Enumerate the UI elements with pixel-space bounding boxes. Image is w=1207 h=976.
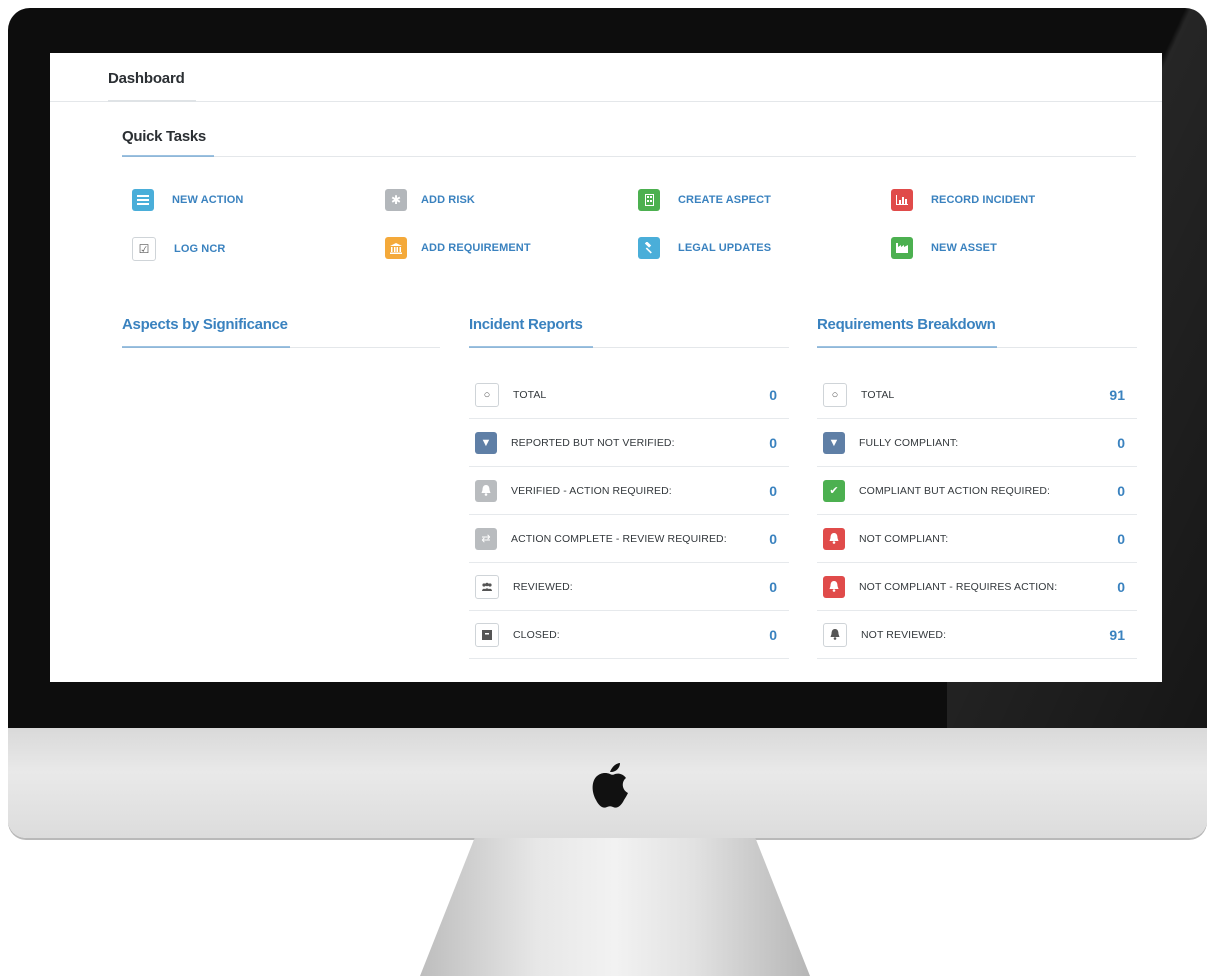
aspects-title: Aspects by Significance [122,316,288,333]
bell-icon [823,527,845,550]
new-asset-label: NEW ASSET [931,242,997,254]
add-requirement-task[interactable]: ADD REQUIREMENT [385,237,531,259]
bell-icon [823,575,845,598]
app-screen: Dashboard Quick Tasks NEW ACTION ✱ ADD R… [50,53,1162,682]
add-requirement-label: ADD REQUIREMENT [421,242,531,254]
page-title-underline [108,100,196,102]
create-aspect-label: CREATE ASPECT [678,194,771,206]
bar-chart-icon [891,189,913,211]
incident-row-reviewed[interactable]: REVIEWED: 0 [469,563,789,611]
bell-icon [823,622,847,647]
archive-icon [475,622,499,647]
incident-reports-underline [469,346,593,348]
requirement-row-compliant-action[interactable]: ✔ COMPLIANT BUT ACTION REQUIRED: 0 [817,467,1137,515]
thumbs-down-icon: ▼ [475,431,497,454]
page-header: Dashboard [50,53,1162,102]
thumbs-down-icon: ▼ [823,431,845,454]
incident-reports-title: Incident Reports [469,316,583,333]
row-label: COMPLIANT BUT ACTION REQUIRED: [859,484,1051,497]
page-title: Dashboard [108,70,185,87]
requirements-title: Requirements Breakdown [817,316,996,333]
row-value: 91 [1109,626,1125,643]
bank-icon [385,237,407,259]
circle-icon: ○ [823,382,847,407]
asterisk-icon: ✱ [385,189,407,211]
row-value: 0 [1117,434,1125,451]
new-asset-task[interactable]: NEW ASSET [891,237,997,259]
add-risk-label: ADD RISK [421,194,475,206]
quick-tasks-divider [122,156,1136,157]
row-label: ACTION COMPLETE - REVIEW REQUIRED: [511,532,727,545]
log-ncr-task[interactable]: ☑ LOG NCR [132,237,225,261]
row-label: NOT REVIEWED: [861,628,947,641]
add-risk-task[interactable]: ✱ ADD RISK [385,189,475,211]
checkbox-icon: ☑ [132,237,156,261]
row-label: CLOSED: [513,628,560,641]
new-action-task[interactable]: NEW ACTION [132,189,243,211]
row-value: 0 [769,434,777,451]
apple-logo-icon [592,763,628,808]
record-incident-task[interactable]: RECORD INCIDENT [891,189,1035,211]
users-icon [475,574,499,599]
monitor-stand [420,838,810,976]
row-value: 0 [769,386,777,403]
row-label: NOT COMPLIANT - REQUIRES ACTION: [859,580,1058,593]
requirement-row-fully-compliant[interactable]: ▼ FULLY COMPLIANT: 0 [817,419,1137,467]
record-incident-label: RECORD INCIDENT [931,194,1036,206]
row-value: 0 [769,626,777,643]
create-aspect-task[interactable]: CREATE ASPECT [638,189,771,211]
log-ncr-label: LOG NCR [174,243,226,255]
bell-icon [475,479,497,502]
new-action-label: NEW ACTION [172,194,244,206]
aspects-underline [122,346,290,348]
incident-row-closed[interactable]: CLOSED: 0 [469,611,789,659]
row-label: FULLY COMPLIANT: [859,436,959,449]
circle-icon: ○ [475,382,499,407]
industry-icon [891,237,913,259]
row-label: TOTAL [861,388,895,401]
row-label: NOT COMPLIANT: [859,532,949,545]
requirement-row-not-reviewed[interactable]: NOT REVIEWED: 91 [817,611,1137,659]
gavel-icon [638,237,660,259]
incident-row-action-complete[interactable]: ⇄ ACTION COMPLETE - REVIEW REQUIRED: 0 [469,515,789,563]
row-value: 0 [1117,530,1125,547]
exchange-icon: ⇄ [475,527,497,550]
building-icon [638,189,660,211]
quick-tasks-underline [122,155,214,157]
row-value: 91 [1109,386,1125,403]
row-value: 0 [1117,482,1125,499]
requirement-row-not-compliant[interactable]: NOT COMPLIANT: 0 [817,515,1137,563]
row-value: 0 [769,530,777,547]
check-icon: ✔ [823,479,845,502]
incident-row-verified[interactable]: VERIFIED - ACTION REQUIRED: 0 [469,467,789,515]
row-value: 0 [769,482,777,499]
requirement-row-total[interactable]: ○ TOTAL 91 [817,371,1137,419]
legal-updates-label: LEGAL UPDATES [678,242,772,254]
requirements-underline [817,346,997,348]
row-label: VERIFIED - ACTION REQUIRED: [511,484,672,497]
list-icon [132,189,154,211]
incident-row-total[interactable]: ○ TOTAL 0 [469,371,789,419]
incident-row-reported[interactable]: ▼ REPORTED BUT NOT VERIFIED: 0 [469,419,789,467]
row-value: 0 [1117,578,1125,595]
requirement-row-not-compliant-action[interactable]: NOT COMPLIANT - REQUIRES ACTION: 0 [817,563,1137,611]
row-label: REVIEWED: [513,580,573,593]
row-label: REPORTED BUT NOT VERIFIED: [511,436,675,449]
row-label: TOTAL [513,388,547,401]
row-value: 0 [769,578,777,595]
legal-updates-task[interactable]: LEGAL UPDATES [638,237,771,259]
quick-tasks-title: Quick Tasks [122,128,206,145]
